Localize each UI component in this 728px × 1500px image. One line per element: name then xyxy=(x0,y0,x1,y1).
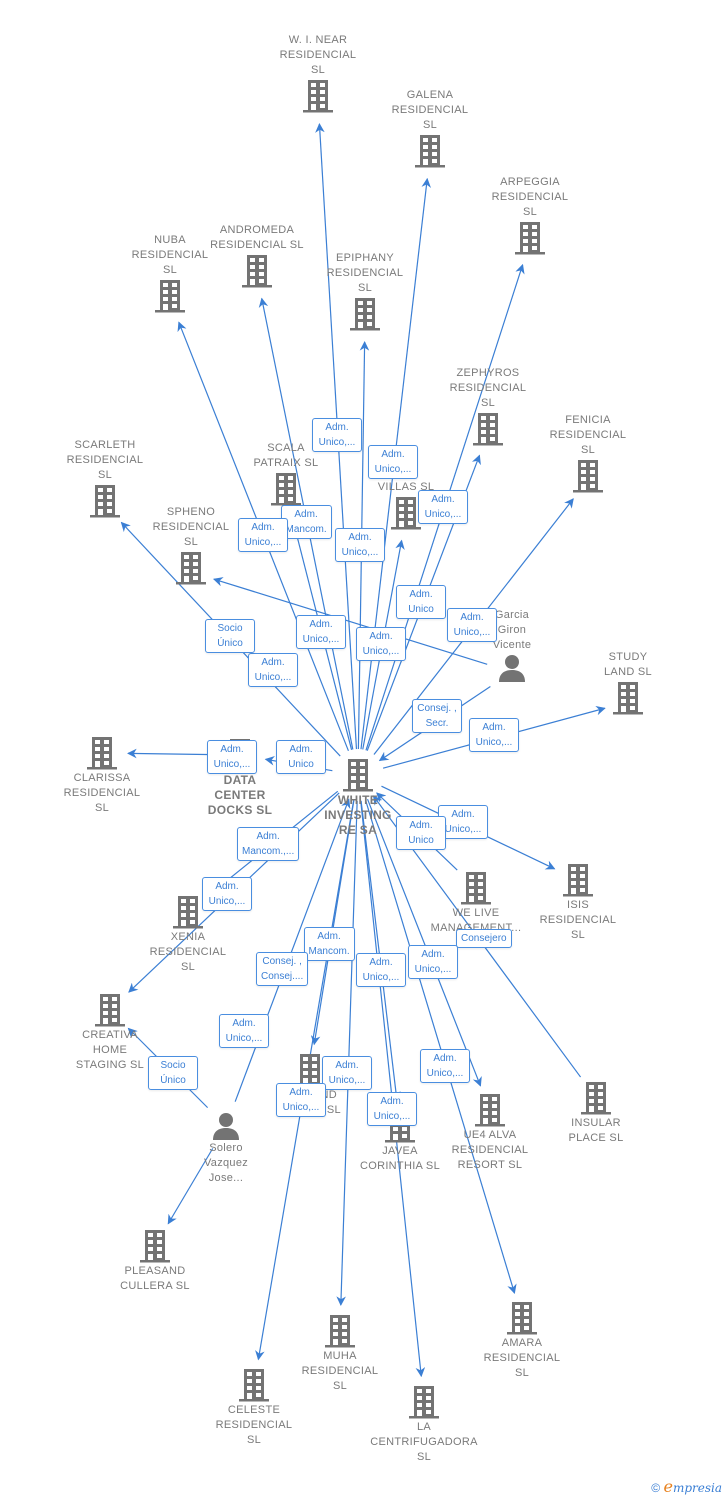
node-label: NUBA RESIDENCIAL SL xyxy=(131,234,209,276)
copyright-symbol: © xyxy=(651,1481,661,1495)
node-label: SCARLETH RESIDENCIAL SL xyxy=(66,439,144,481)
edge-label-solero-to-creativa[interactable]: Socio Único xyxy=(148,1056,198,1090)
edge-label-garcia-to-spheno[interactable]: Socio Único xyxy=(205,619,255,653)
node-label: CLARISSA RESIDENCIAL SL xyxy=(63,772,141,814)
edge-label-white-to-ue4alva[interactable]: Adm. Unico,... xyxy=(408,945,458,979)
edge-label-white-to-study[interactable]: Adm. Unico,... xyxy=(469,718,519,752)
company-node-nuba[interactable]: NUBA RESIDENCIAL SL xyxy=(115,233,225,314)
edge-label-white-to-javea[interactable]: Adm. Unico,... xyxy=(356,953,406,987)
building-icon xyxy=(136,550,246,586)
building-icon xyxy=(375,133,485,169)
node-label: ISIS RESIDENCIAL SL xyxy=(539,899,617,941)
building-icon xyxy=(533,458,643,494)
node-label: LA CENTRIFUGADORA SL xyxy=(370,1421,478,1463)
edge-label-white-to-amara[interactable]: Adm. Unico,... xyxy=(420,1049,470,1083)
edge-label-solero-to-white[interactable]: Consej. , Consej.... xyxy=(256,952,309,986)
company-node-galena[interactable]: GALENA RESIDENCIAL SL xyxy=(375,88,485,169)
company-node-insular[interactable]: INSULAR PLACE SL xyxy=(541,1080,651,1146)
company-node-isis[interactable]: ISIS RESIDENCIAL SL xyxy=(523,862,633,943)
company-node-ue4alva[interactable]: UE4 ALVA RESIDENCIAL RESORT SL xyxy=(435,1092,545,1173)
node-label: Solero Vazquez Jose... xyxy=(203,1142,249,1184)
edge-label-white-to-arpeggia[interactable]: Adm. Unico,... xyxy=(418,490,468,524)
node-label: PLEASAND CULLERA SL xyxy=(120,1265,190,1292)
edge-label-white-to-galena[interactable]: Adm. Unico,... xyxy=(368,445,418,479)
node-label: SPHENO RESIDENCIAL SL xyxy=(152,506,230,548)
node-label: AMARA RESIDENCIAL SL xyxy=(483,1337,561,1379)
footer-brand: © empresia xyxy=(651,1477,722,1496)
node-label: STUDY LAND SL xyxy=(604,651,652,678)
company-node-clarissa[interactable]: CLARISSA RESIDENCIAL SL xyxy=(47,735,157,816)
edge-label-white-to-villas[interactable]: Adm. Unico,... xyxy=(356,627,406,661)
edge-label-garcia-to-white[interactable]: Consej. , Secr. xyxy=(412,699,462,733)
building-icon xyxy=(231,471,341,507)
person-icon xyxy=(457,653,567,683)
company-node-winear[interactable]: W. I. NEAR RESIDENCIAL SL xyxy=(263,33,373,114)
node-label: INSULAR PLACE SL xyxy=(568,1117,624,1144)
company-node-fenicia[interactable]: FENICIA RESIDENCIAL SL xyxy=(533,413,643,494)
edge-label-solero-to-pleasand[interactable]: Adm. Unico,... xyxy=(219,1014,269,1048)
brand-logo-initial: e xyxy=(663,1477,673,1496)
edge-label-white-to-centrifugadora[interactable]: Adm. Unico,... xyxy=(367,1092,417,1126)
building-icon xyxy=(47,735,157,771)
brand-logo-text: mpresia xyxy=(672,1481,722,1495)
edge-label-white-to-zephyros[interactable]: Adm. Unico xyxy=(396,585,446,619)
company-node-study[interactable]: STUDY LAND SL xyxy=(573,650,683,716)
edge-label-datacenter-to-clarissa[interactable]: Adm. Unico,... xyxy=(207,740,257,774)
building-icon xyxy=(55,992,165,1028)
node-label: EPIPHANY RESIDENCIAL SL xyxy=(326,252,404,294)
building-icon xyxy=(285,1313,395,1349)
edge-label-white-to-creativa[interactable]: Adm. Unico,... xyxy=(202,877,252,911)
node-label: ZEPHYROS RESIDENCIAL SL xyxy=(449,367,527,409)
building-icon xyxy=(199,1367,309,1403)
building-icon xyxy=(421,870,531,906)
edge-label-white-to-scarleth[interactable]: Adm. Unico,... xyxy=(248,653,298,687)
edge-label-welive-to-white[interactable]: Adm. Unico xyxy=(396,816,446,850)
edge-label-white-to-fenicia[interactable]: Adm. Unico,... xyxy=(447,608,497,642)
node-label: ARPEGGIA RESIDENCIAL SL xyxy=(491,176,569,218)
company-node-spheno[interactable]: SPHENO RESIDENCIAL SL xyxy=(136,505,246,586)
edge-label-white-to-datacenter[interactable]: Adm. Unico xyxy=(276,740,326,774)
edge-label-white-to-epiphany[interactable]: Adm. Unico,... xyxy=(335,528,385,562)
person-node-solero[interactable]: Solero Vazquez Jose... xyxy=(171,1111,281,1186)
edge-label-white-to-xenia[interactable]: Adm. Mancom.,... xyxy=(237,827,300,861)
building-icon xyxy=(523,862,633,898)
building-icon xyxy=(433,411,543,447)
building-icon xyxy=(115,278,225,314)
building-icon xyxy=(310,296,420,332)
edge-label-white-to-nuba[interactable]: Adm. Unico,... xyxy=(238,518,288,552)
company-node-zephyros[interactable]: ZEPHYROS RESIDENCIAL SL xyxy=(433,366,543,447)
edge-label-insular-to-white[interactable]: Consejero xyxy=(456,928,512,948)
building-icon xyxy=(467,1300,577,1336)
company-node-arpeggia[interactable]: ARPEGGIA RESIDENCIAL SL xyxy=(475,175,585,256)
node-label: CELESTE RESIDENCIAL SL xyxy=(215,1404,293,1446)
node-label: GALENA RESIDENCIAL SL xyxy=(391,89,469,131)
node-label: FENICIA RESIDENCIAL SL xyxy=(549,414,627,456)
company-node-celeste[interactable]: CELESTE RESIDENCIAL SL xyxy=(199,1367,309,1448)
edge-label-white-to-winear[interactable]: Adm. Unico,... xyxy=(312,418,362,452)
edge-label-white-to-andromeda[interactable]: Adm. Mancom. xyxy=(280,505,332,539)
building-icon xyxy=(541,1080,651,1116)
building-icon xyxy=(573,680,683,716)
company-node-epiphany[interactable]: EPIPHANY RESIDENCIAL SL xyxy=(310,251,420,332)
company-node-centrifugadora[interactable]: LA CENTRIFUGADORA SL xyxy=(369,1384,479,1465)
building-icon xyxy=(435,1092,545,1128)
node-label: DATA CENTER DOCKS SL xyxy=(207,773,273,817)
building-icon xyxy=(263,78,373,114)
edge-label-white-to-muha[interactable]: Adm. Unico,... xyxy=(322,1056,372,1090)
node-label: XENIA RESIDENCIAL SL xyxy=(149,931,227,973)
node-label: UE4 ALVA RESIDENCIAL RESORT SL xyxy=(451,1129,529,1171)
edge-label-white-to-diamond[interactable]: Adm. Mancom. xyxy=(303,927,355,961)
company-node-welive[interactable]: WE LIVE MANAGEMENT... xyxy=(421,870,531,936)
company-node-amara[interactable]: AMARA RESIDENCIAL SL xyxy=(467,1300,577,1381)
node-label: W. I. NEAR RESIDENCIAL SL xyxy=(279,34,357,76)
building-icon xyxy=(100,1228,210,1264)
person-icon xyxy=(171,1111,281,1141)
company-node-pleasand[interactable]: PLEASAND CULLERA SL xyxy=(100,1228,210,1294)
edge-label-white-to-celeste[interactable]: Adm. Unico,... xyxy=(276,1083,326,1117)
building-icon xyxy=(369,1384,479,1420)
building-icon xyxy=(475,220,585,256)
edge-label-white-to-scala[interactable]: Adm. Unico,... xyxy=(296,615,346,649)
